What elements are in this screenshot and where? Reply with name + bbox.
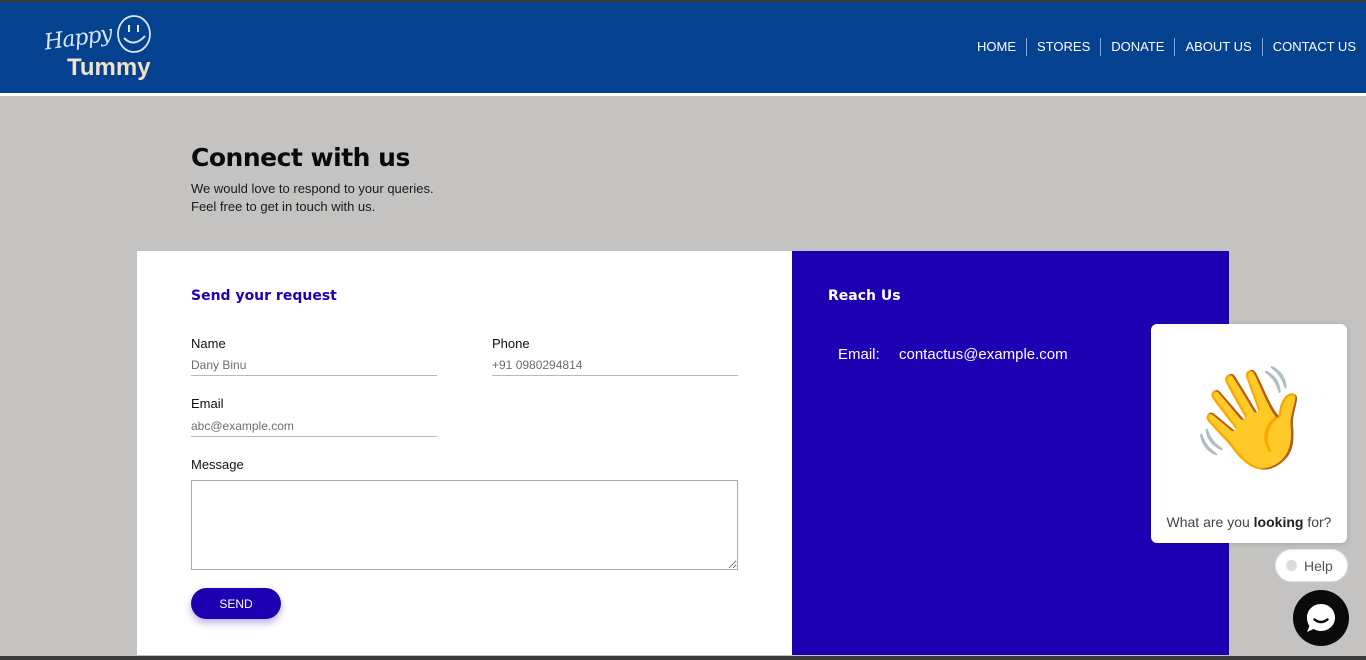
phone-input[interactable]	[492, 354, 738, 376]
reach-email-label: Email:	[838, 346, 880, 363]
subtitle-line-1: We would love to respond to your queries…	[191, 181, 434, 196]
nav-about-us[interactable]: ABOUT US	[1174, 38, 1261, 56]
nav-home[interactable]: HOME	[967, 38, 1026, 56]
smiley-icon	[117, 15, 151, 53]
phone-label: Phone	[492, 336, 530, 351]
reach-heading: Reach Us	[828, 288, 901, 304]
form-heading: Send your request	[191, 288, 337, 304]
page-subtitle: We would love to respond to your queries…	[191, 180, 434, 216]
nav-stores[interactable]: STORES	[1026, 38, 1100, 56]
waving-hand-icon: 👋	[1189, 360, 1314, 477]
header-divider	[0, 93, 1366, 96]
send-button[interactable]: SEND	[191, 588, 281, 619]
main-nav: HOME STORES DONATE ABOUT US CONTACT US	[967, 38, 1366, 56]
reach-email-value[interactable]: contactus@example.com	[899, 346, 1068, 363]
chat-launcher-button[interactable]	[1293, 590, 1349, 646]
chat-bubble-icon	[1307, 604, 1335, 632]
page-title: Connect with us	[191, 143, 410, 172]
bottom-border	[0, 656, 1366, 660]
message-label: Message	[191, 457, 244, 472]
nav-donate[interactable]: DONATE	[1100, 38, 1174, 56]
email-input[interactable]	[191, 415, 437, 437]
question-prefix: What are you	[1166, 514, 1254, 530]
email-label: Email	[191, 396, 224, 411]
chat-greeting-popup[interactable]: 👋 What are you looking for?	[1151, 324, 1347, 543]
request-form-panel: Send your request Name Phone Email Messa…	[137, 251, 792, 655]
logo-script-text: Happy	[42, 21, 114, 56]
chat-greeting-text: What are you looking for?	[1151, 514, 1347, 530]
nav-contact-us[interactable]: CONTACT US	[1261, 38, 1366, 56]
status-dot-icon	[1286, 560, 1297, 571]
name-input[interactable]	[191, 354, 437, 376]
question-suffix: for?	[1303, 514, 1332, 530]
message-textarea[interactable]	[191, 480, 738, 570]
question-bold-word: looking	[1253, 514, 1304, 530]
name-label: Name	[191, 336, 226, 351]
subtitle-line-2: Feel free to get in touch with us.	[191, 199, 376, 214]
brand-logo[interactable]: Happy Tummy	[40, 10, 160, 88]
site-header: Happy Tummy HOME STORES DONATE ABOUT US …	[0, 2, 1366, 93]
logo-brand-name: Tummy	[67, 54, 151, 81]
help-button[interactable]: Help	[1275, 549, 1348, 582]
help-label: Help	[1304, 557, 1333, 574]
